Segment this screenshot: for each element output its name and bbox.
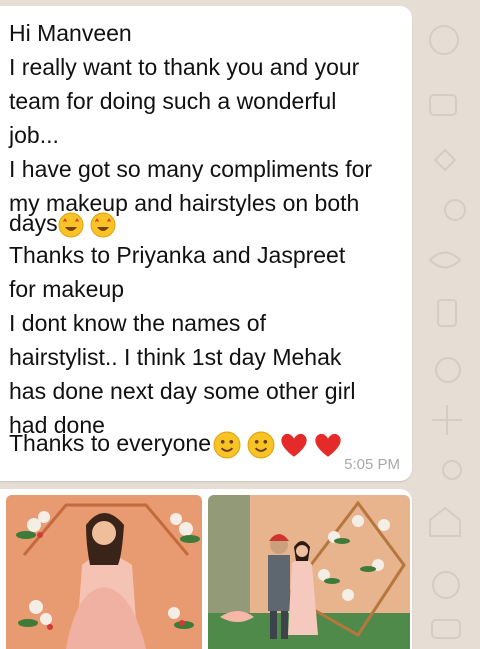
message-line-text: Thanks to everyone <box>9 430 212 456</box>
message-line: Thanks to Priyanka and Jaspreet <box>9 242 346 268</box>
message-line-text: days <box>9 210 58 236</box>
message-line: for makeup <box>9 276 125 302</box>
couple-photo[interactable] <box>208 495 410 649</box>
smiling-face-emoji <box>213 431 241 459</box>
star-struck-face-emoji <box>58 212 84 238</box>
photo-message-bubble[interactable] <box>0 489 412 649</box>
message-bubble[interactable]: Hi Manveen I really want to thank you an… <box>0 6 412 481</box>
message-line: Hi Manveen <box>9 20 132 46</box>
message-line: team for doing such a wonderful <box>9 88 337 114</box>
bride-photo[interactable] <box>6 495 202 649</box>
message-line-last: Thanks to everyone <box>9 428 343 459</box>
message-line: has done next day some other girl <box>9 378 356 404</box>
message-line: job... <box>9 122 59 148</box>
red-heart-emoji <box>315 433 341 457</box>
red-heart-emoji <box>281 433 307 457</box>
message-line: I really want to thank you and your <box>9 54 360 80</box>
star-struck-face-emoji <box>90 212 116 238</box>
message-line-days: days <box>9 208 116 238</box>
smiling-face-emoji <box>247 431 275 459</box>
message-line: I have got so many compliments for <box>9 156 373 182</box>
message-line: hairstylist.. I think 1st day Mehak <box>9 344 342 370</box>
message-timestamp: 5:05 PM <box>344 456 400 473</box>
message-line: I dont know the names of <box>9 310 266 336</box>
